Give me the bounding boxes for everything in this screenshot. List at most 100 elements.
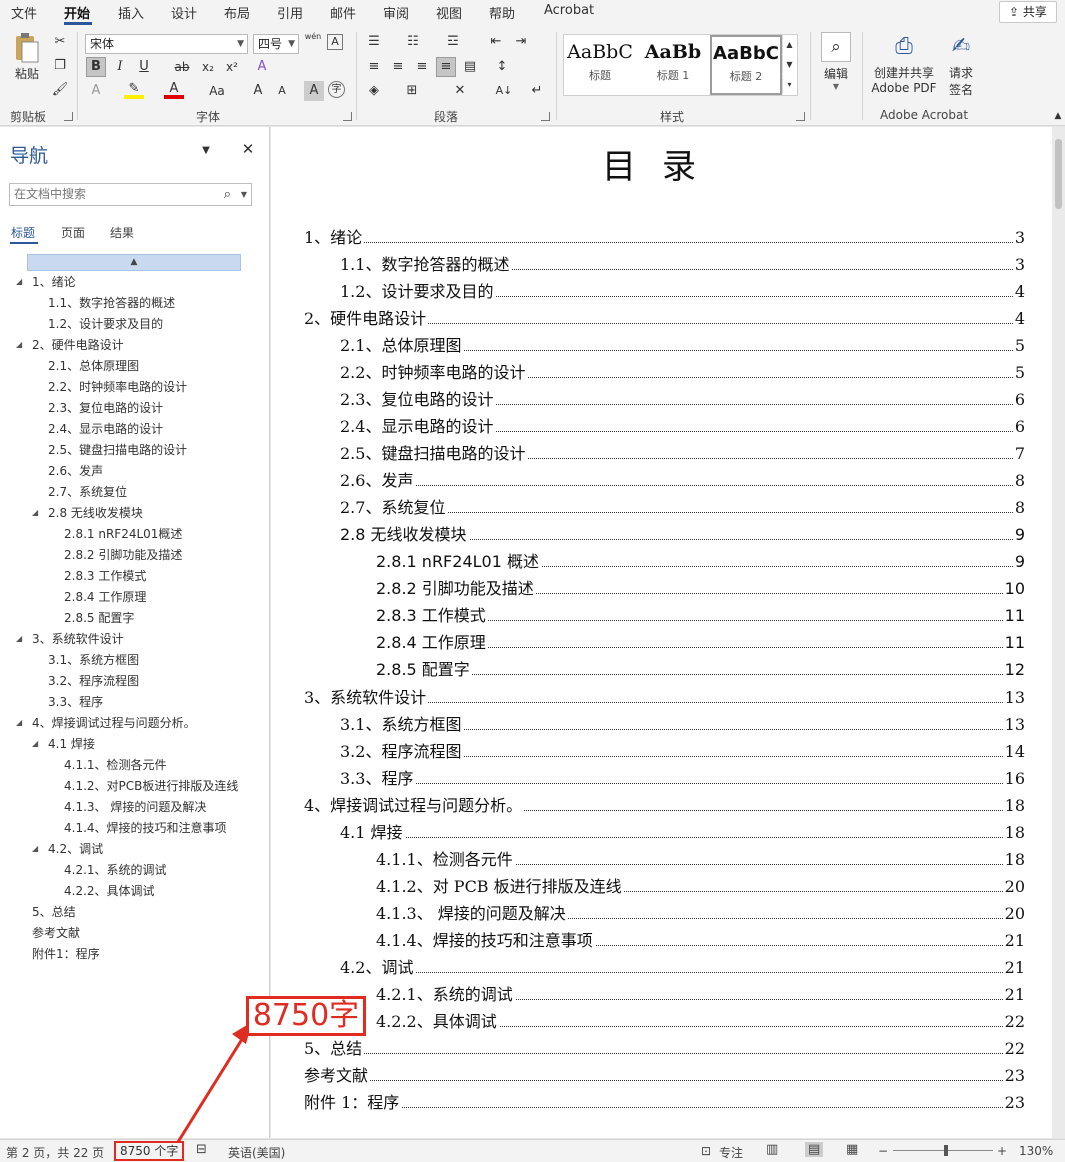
nav-heading-item[interactable]: 2.4、显示电路的设计 <box>48 420 163 438</box>
vertical-scrollbar[interactable] <box>1052 127 1065 1138</box>
paste-button[interactable]: 粘贴 <box>10 32 44 92</box>
nav-heading-item[interactable]: ◢ 2、硬件电路设计 <box>16 336 124 354</box>
shrink-font-icon[interactable]: A <box>272 81 292 101</box>
clipboard-launcher-icon[interactable] <box>64 112 73 121</box>
menu-insert[interactable]: 插入 <box>118 3 144 22</box>
toc-entry[interactable]: 4.1.3、 焊接的问题及解决 20 <box>376 902 1025 925</box>
justify-icon[interactable]: ≡ <box>436 57 456 77</box>
decrease-indent-icon[interactable]: ⇤ <box>486 32 506 52</box>
word-count[interactable]: 8750 个字 <box>114 1141 185 1161</box>
toc-entry[interactable]: 4.2、调试 21 <box>340 956 1025 979</box>
grow-font-icon[interactable]: A <box>248 81 268 101</box>
nav-heading-item[interactable]: 参考文献 <box>32 924 80 942</box>
nav-heading-item[interactable]: ◢ 4.2、调试 <box>32 840 103 858</box>
character-shading-icon[interactable]: A <box>304 81 324 101</box>
bullets-icon[interactable]: ☰ <box>364 32 384 52</box>
bold-icon[interactable]: B <box>86 57 106 77</box>
toc-entry[interactable]: 2.8.5 配置字 12 <box>376 659 1025 682</box>
toc-entry[interactable]: 2、硬件电路设计 4 <box>304 308 1025 331</box>
align-right-icon[interactable]: ≡ <box>412 57 432 77</box>
style-heading-2[interactable]: AaBbC 标题 2 <box>710 35 782 95</box>
focus-icon[interactable]: ⊡ <box>701 1144 711 1158</box>
expand-toggle-icon[interactable]: ◢ <box>32 504 38 522</box>
nav-heading-item[interactable]: ◢ 1、绪论 <box>16 273 76 291</box>
toc-entry[interactable]: 2.5、键盘扫描电路的设计 7 <box>340 443 1025 466</box>
expand-toggle-icon[interactable]: ◢ <box>32 840 38 858</box>
menu-home[interactable]: 开始 <box>64 3 90 22</box>
toc-entry[interactable]: 2.1、总体原理图 5 <box>340 335 1025 358</box>
menu-review[interactable]: 审阅 <box>383 3 409 22</box>
toc-entry[interactable]: 2.8.1 nRF24L01 概述 9 <box>376 551 1025 574</box>
language-status[interactable]: 英语(美国) <box>228 1144 285 1161</box>
menu-view[interactable]: 视图 <box>436 3 462 22</box>
nav-heading-item[interactable]: 2.2、时钟频率电路的设计 <box>48 378 187 396</box>
gallery-more-icon[interactable]: ▾ <box>782 75 796 94</box>
nav-heading-item[interactable]: ◢ 3、系统软件设计 <box>16 630 124 648</box>
toc-entry[interactable]: 2.4、显示电路的设计 6 <box>340 416 1025 439</box>
nav-heading-item[interactable]: 4.2.1、系统的调试 <box>64 861 167 879</box>
nav-heading-item[interactable]: 2.5、键盘扫描电路的设计 <box>48 441 187 459</box>
toc-entry[interactable]: 3、系统软件设计 13 <box>304 686 1025 709</box>
copy-icon[interactable]: ❐ <box>50 56 70 76</box>
print-layout-icon[interactable]: ▤ <box>805 1142 824 1157</box>
nav-heading-item[interactable]: 附件1：程序 <box>32 945 100 963</box>
sort-icon[interactable]: A↓ <box>494 81 514 101</box>
menu-references[interactable]: 引用 <box>277 3 303 22</box>
multilevel-list-icon[interactable]: ☲ <box>443 32 463 52</box>
menu-help[interactable]: 帮助 <box>489 3 515 22</box>
close-icon[interactable]: ✕ <box>238 139 258 159</box>
page-count[interactable]: 第 2 页，共 22 页 <box>6 1144 104 1161</box>
menu-file[interactable]: 文件 <box>11 3 37 22</box>
font-launcher-icon[interactable] <box>343 112 352 121</box>
toc-entry[interactable]: 2.8.2 引脚功能及描述 10 <box>376 578 1025 601</box>
shading-icon[interactable]: ◈ <box>364 81 384 101</box>
menu-layout[interactable]: 布局 <box>224 3 250 22</box>
toc-entry[interactable]: 3.3、程序 16 <box>340 767 1025 790</box>
document-page[interactable]: 目录 1、绪论 3 1.1、数字抢答器的概述 3 1.2、设计要求及目的 4 2、硬件电路设… <box>271 127 1053 1138</box>
superscript-icon[interactable]: x² <box>222 57 242 77</box>
tab-results[interactable]: 结果 <box>110 224 134 241</box>
toc-entry[interactable]: 1.2、设计要求及目的 4 <box>340 281 1025 304</box>
numbering-icon[interactable]: ☷ <box>403 32 423 52</box>
nav-heading-item[interactable]: ◢ 2.8 无线收发模块 <box>32 504 143 522</box>
expand-toggle-icon[interactable]: ◢ <box>16 630 22 648</box>
menu-acrobat[interactable]: Acrobat <box>544 3 594 18</box>
toc-entry[interactable]: 附件 1：程序 23 <box>304 1091 1025 1114</box>
styles-launcher-icon[interactable] <box>796 112 805 121</box>
cut-icon[interactable]: ✂ <box>50 32 70 52</box>
nav-heading-item[interactable]: 2.8.4 工作原理 <box>64 588 146 606</box>
toc-entry[interactable]: 2.6、发声 8 <box>340 470 1025 493</box>
scroll-thumb[interactable] <box>1055 139 1062 209</box>
nav-heading-item[interactable]: 4.1.2、对PCB板进行排版及连线 <box>64 777 238 795</box>
toc-entry[interactable]: 1、绪论 3 <box>304 227 1025 249</box>
zoom-level[interactable]: 130% <box>1019 1144 1053 1158</box>
toc-entry[interactable]: 3.1、系统方框图 13 <box>340 713 1025 736</box>
expand-toggle-icon[interactable]: ◢ <box>16 714 22 732</box>
nav-heading-item[interactable]: 2.8.2 引脚功能及描述 <box>64 546 182 564</box>
style-title[interactable]: AaBbC 标题 <box>564 35 636 95</box>
nav-heading-item[interactable]: 2.3、复位电路的设计 <box>48 399 163 417</box>
nav-heading-item[interactable]: 2.8.3 工作模式 <box>64 567 146 585</box>
line-spacing-icon[interactable]: ↕ <box>492 57 512 77</box>
menu-mailings[interactable]: 邮件 <box>330 3 356 22</box>
collapse-ribbon-icon[interactable]: ▲ <box>1048 106 1065 126</box>
expand-toggle-icon[interactable]: ◢ <box>32 735 38 753</box>
toc-entry[interactable]: 4.1.2、对 PCB 板进行排版及连线 20 <box>376 875 1025 898</box>
clear-formatting-icon[interactable]: A <box>252 57 272 77</box>
zoom-slider-thumb[interactable] <box>944 1145 948 1156</box>
nav-options-icon[interactable]: ▼ <box>196 141 216 161</box>
toc-entry[interactable]: 5、总结 22 <box>304 1037 1025 1060</box>
toc-entry[interactable]: 2.3、复位电路的设计 6 <box>340 389 1025 412</box>
editing-button[interactable]: ⌕ 编辑 ▼ <box>817 32 855 98</box>
search-icon[interactable]: ⌕ <box>224 184 231 205</box>
toc-entry[interactable]: 3.2、程序流程图 14 <box>340 740 1025 763</box>
nav-heading-item[interactable]: 4.2.2、具体调试 <box>64 882 155 900</box>
zoom-in-icon[interactable]: + <box>997 1144 1007 1158</box>
style-heading-1[interactable]: AaBb 标题 1 <box>637 35 709 95</box>
nav-heading-item[interactable]: 2.6、发声 <box>48 462 103 480</box>
toc-entry[interactable]: 2.8.3 工作模式 11 <box>376 605 1025 628</box>
collapse-to-top-button[interactable]: ▲ <box>27 254 241 271</box>
toc-entry[interactable]: 参考文献 23 <box>304 1064 1025 1087</box>
toc-entry[interactable]: 4.1 焊接 18 <box>340 821 1025 844</box>
font-size-select[interactable]: 四号 ▼ <box>253 34 299 54</box>
